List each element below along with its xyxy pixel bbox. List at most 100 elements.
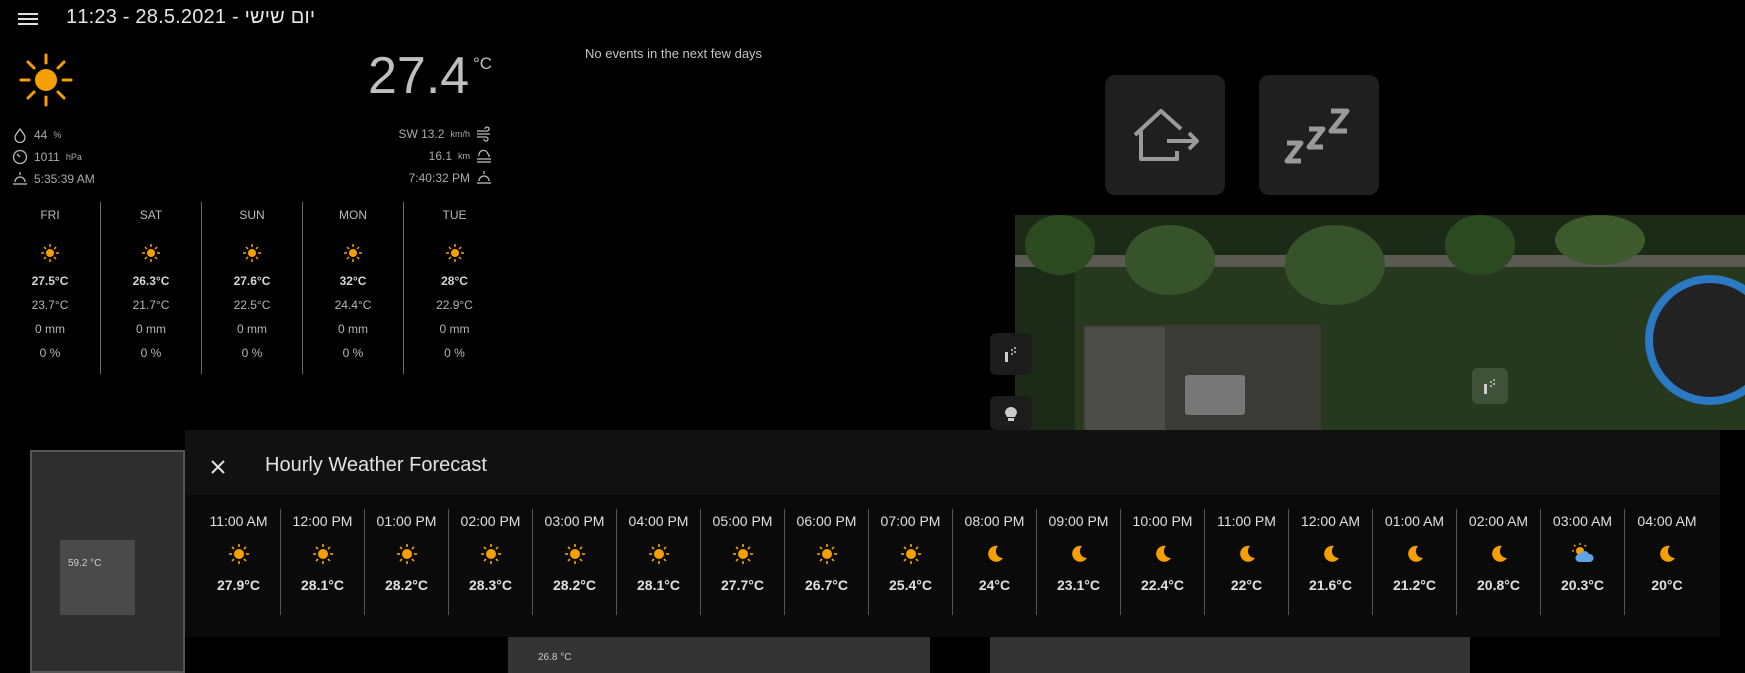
hourly-item: 01:00 PM 28.2°C [365, 509, 449, 615]
hour-time: 03:00 PM [544, 513, 605, 529]
hour-temperature: 27.7°C [721, 577, 764, 593]
room-temperature-label: 59.2 °C [68, 558, 102, 569]
hour-temperature: 24°C [978, 577, 1011, 593]
temperature-unit: °C [473, 54, 493, 73]
hour-temperature: 28.1°C [637, 577, 680, 593]
hour-time: 05:00 PM [712, 513, 773, 529]
close-icon[interactable] [207, 456, 229, 478]
hourly-item: 09:00 PM 23.1°C [1037, 509, 1121, 615]
hour-time: 11:00 AM [209, 513, 268, 529]
hour-time: 02:00 PM [460, 513, 521, 529]
sun-icon [41, 244, 59, 262]
hour-temperature: 21.2°C [1393, 577, 1436, 593]
hour-time: 06:00 PM [796, 513, 857, 529]
forecast-day: TUE 28°C 22.9°C 0 mm 0 % [436, 208, 473, 360]
home-export-icon [1133, 109, 1199, 161]
hour-time: 10:00 PM [1132, 513, 1193, 529]
hour-time: 07:00 PM [880, 513, 941, 529]
hourly-item: 07:00 PM 25.4°C [869, 509, 953, 615]
hour-temperature: 28.2°C [385, 577, 428, 593]
outdoor-lamp-icon [1005, 407, 1017, 421]
pressure-attribute: 1011 hPa [12, 149, 82, 165]
moon-icon [1323, 545, 1339, 562]
hour-temperature: 22°C [1230, 577, 1263, 593]
menu-button[interactable] [16, 10, 40, 30]
moon-icon [1071, 545, 1087, 562]
forecast-day: FRI 27.5°C 23.7°C 0 mm 0 % [0, 202, 101, 374]
gauge-icon [12, 149, 28, 165]
hourly-item: 05:00 PM 27.7°C [701, 509, 785, 615]
hour-time: 02:00 AM [1468, 513, 1529, 529]
sprinkler-button[interactable] [990, 333, 1032, 375]
hourly-item: 10:00 PM 22.4°C [1121, 509, 1205, 615]
sprinkler-icon [1484, 379, 1495, 394]
humidity-attribute: 44% [12, 127, 61, 143]
hour-time: 12:00 PM [292, 513, 353, 529]
sunrise-icon [13, 172, 27, 185]
hour-temperature: 20.3°C [1561, 577, 1604, 593]
moon-icon [987, 545, 1003, 562]
hourly-item: 11:00 PM 22°C [1205, 509, 1289, 615]
hour-temperature: 28.2°C [553, 577, 596, 593]
sun-icon [228, 544, 249, 564]
calendar-empty-message: No events in the next few days [585, 46, 763, 61]
forecast-day: SUN 27.6°C 22.5°C 0 mm 0 % [202, 202, 303, 374]
menu-icon [18, 13, 38, 15]
sleep-button[interactable] [1259, 75, 1379, 195]
hour-temperature: 26.7°C [805, 577, 848, 593]
sprinkler-icon [1005, 347, 1016, 362]
sun-icon [243, 244, 261, 262]
hour-temperature: 25.4°C [889, 577, 932, 593]
hour-temperature: 20.8°C [1477, 577, 1520, 593]
hour-temperature: 28.1°C [301, 577, 344, 593]
wind-icon [477, 126, 490, 142]
hourly-item: 12:00 AM 21.6°C [1289, 509, 1373, 615]
hour-time: 04:00 PM [628, 513, 689, 529]
hourly-forecast-list: 11:00 AM 27.9°C 12:00 PM 28.1°C 01:00 PM 28.2… [185, 495, 1720, 637]
sunset-icon [477, 171, 491, 184]
wind-attribute: SW 13.2 km/h [352, 126, 492, 142]
sun-icon [445, 244, 464, 262]
hour-temperature: 28.3°C [469, 577, 512, 593]
sun-icon [816, 544, 837, 564]
room-temperature-label: 26.8 °C [538, 652, 572, 663]
hour-temperature: 21.6°C [1309, 577, 1352, 593]
hour-temperature: 23.1°C [1057, 577, 1100, 593]
forecast-day: MON 32°C 24.4°C 0 mm 0 % [303, 202, 404, 374]
hour-time: 03:00 AM [1552, 513, 1613, 529]
visibility-attribute: 16.1 km [352, 148, 492, 164]
sun-icon [344, 244, 362, 262]
water-percent-icon [14, 127, 26, 143]
hourly-item: 04:00 AM 20°C [1625, 509, 1709, 615]
hour-time: 12:00 AM [1300, 513, 1361, 529]
hourly-item: 03:00 PM 28.2°C [533, 509, 617, 615]
page-title: 11:23 - 28.5.2021 - יום שישי [66, 6, 316, 28]
hourly-item: 04:00 PM 28.1°C [617, 509, 701, 615]
moon-icon [1407, 545, 1423, 562]
sun-icon [312, 544, 333, 564]
moon-icon [1155, 545, 1171, 562]
hourly-item: 06:00 PM 26.7°C [785, 509, 869, 615]
hour-time: 09:00 PM [1048, 513, 1109, 529]
hour-time: 01:00 PM [376, 513, 437, 529]
light-button[interactable] [990, 396, 1032, 430]
hourly-item: 11:00 AM 27.9°C [197, 509, 281, 615]
hour-temperature: 27.9°C [217, 577, 260, 593]
hour-time: 04:00 AM [1637, 513, 1697, 529]
dialog-title: Hourly Weather Forecast [265, 454, 487, 476]
hourly-item: 08:00 PM 24°C [953, 509, 1037, 615]
hour-temperature: 22.4°C [1141, 577, 1184, 593]
daily-forecast: FRI 27.5°C 23.7°C 0 mm 0 % SAT 26.3°C 21… [0, 202, 505, 374]
moon-icon [1491, 545, 1507, 562]
hourly-item: 01:00 AM 21.2°C [1373, 509, 1457, 615]
hour-time: 01:00 AM [1384, 513, 1445, 529]
garden-table [1185, 375, 1245, 415]
current-temperature: 27.4 [368, 47, 470, 105]
sun-icon [648, 544, 669, 564]
garden-sprinkler-button[interactable] [1472, 368, 1508, 404]
hourly-item: 02:00 AM 20.8°C [1457, 509, 1541, 615]
moon-icon [1239, 545, 1255, 562]
sun-icon [900, 544, 921, 564]
moon-icon [1660, 545, 1675, 562]
leave-home-button[interactable] [1105, 75, 1225, 195]
